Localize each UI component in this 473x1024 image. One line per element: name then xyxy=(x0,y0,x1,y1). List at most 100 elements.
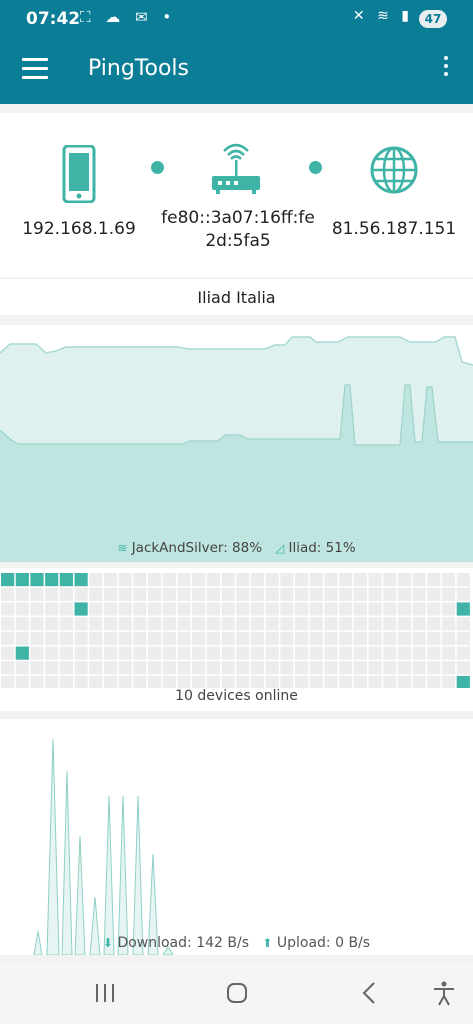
device-cell xyxy=(133,661,147,675)
device-cell xyxy=(280,587,294,601)
device-cell xyxy=(324,587,338,601)
device-cell xyxy=(206,602,220,616)
device-cell xyxy=(59,617,73,631)
device-cell xyxy=(221,646,235,660)
device-cell xyxy=(442,573,456,587)
device-cell xyxy=(118,661,132,675)
traffic-chart-card[interactable] xyxy=(0,719,473,955)
isp-name[interactable]: Iliad Italia xyxy=(0,279,473,315)
device-cell xyxy=(177,631,191,645)
device-cell xyxy=(383,631,397,645)
device-cell xyxy=(456,617,470,631)
router-ipv6-line2: 2d:5fa5 xyxy=(205,231,271,251)
device-cell xyxy=(118,631,132,645)
device-cell xyxy=(192,631,206,645)
device-cell xyxy=(221,573,235,587)
device-cell xyxy=(45,587,59,601)
device-cell xyxy=(250,602,265,616)
device-cell xyxy=(309,646,323,660)
signal-legend: ≋ JackAndSilver: 88% ◿ Iliad: 51% xyxy=(0,540,473,556)
device-cell xyxy=(162,573,176,587)
device-cell xyxy=(192,675,206,688)
device-cell xyxy=(192,602,206,616)
device-cell xyxy=(59,675,73,688)
device-cell xyxy=(236,573,250,587)
device-cell xyxy=(383,646,397,660)
device-cell xyxy=(265,631,279,645)
device-cell xyxy=(383,573,397,587)
device-cell xyxy=(30,631,44,645)
more-options-icon[interactable] xyxy=(439,56,453,82)
navigation-bar xyxy=(0,962,473,1024)
device-cell xyxy=(206,646,220,660)
signal-chart-card[interactable] xyxy=(0,325,473,562)
device-cell xyxy=(177,661,191,675)
device-cell xyxy=(397,675,412,688)
device-cell xyxy=(1,661,15,675)
device-cell xyxy=(265,573,279,587)
device-cell xyxy=(280,602,294,616)
device-cell xyxy=(30,675,44,688)
device-cell xyxy=(265,661,279,675)
recent-apps-icon[interactable] xyxy=(90,980,120,1006)
device-cell xyxy=(442,587,456,601)
device-cell xyxy=(192,661,206,675)
device-cell xyxy=(118,573,132,587)
device-cell xyxy=(309,587,323,601)
device-cell xyxy=(427,646,441,660)
device-cell xyxy=(148,675,162,688)
device-cell xyxy=(103,617,118,631)
device-cell xyxy=(353,617,367,631)
lan-devices-card[interactable]: 10 devices online xyxy=(0,568,473,711)
device-cell xyxy=(265,675,279,688)
device-grid xyxy=(1,573,470,688)
device-cell xyxy=(103,675,118,688)
device-cell xyxy=(74,675,88,688)
device-cell xyxy=(442,631,456,645)
device-cell xyxy=(74,661,88,675)
device-cell xyxy=(412,573,426,587)
globe-icon xyxy=(370,146,418,194)
device-cell xyxy=(59,631,73,645)
device-cell xyxy=(397,661,412,675)
device-cell xyxy=(162,675,176,688)
device-cell-online xyxy=(74,602,88,616)
device-cell xyxy=(148,573,162,587)
device-cell xyxy=(295,646,309,660)
device-cell xyxy=(456,587,470,601)
device-cell xyxy=(368,573,382,587)
battery-indicator: 47 xyxy=(419,10,447,28)
network-card[interactable]: 192.168.1.69 fe80::3a07:16ff:fe 2d:5fa5 … xyxy=(0,113,473,277)
device-cell xyxy=(412,661,426,675)
device-cell xyxy=(103,573,118,587)
device-cell xyxy=(412,646,426,660)
device-cell xyxy=(30,602,44,616)
device-cell xyxy=(295,573,309,587)
device-cell xyxy=(59,587,73,601)
external-ip: 81.56.187.151 xyxy=(331,219,457,239)
device-cell xyxy=(192,573,206,587)
device-cell xyxy=(383,587,397,601)
device-cell xyxy=(221,675,235,688)
device-cell xyxy=(339,617,353,631)
device-cell xyxy=(427,675,441,688)
notification-icons: ⛶ ☁ ✉ • xyxy=(80,8,177,26)
status-bar: 07:42 ⛶ ☁ ✉ • ✕ ≋ ▮ 47 xyxy=(0,0,473,36)
traffic-spike xyxy=(61,770,73,955)
device-cell xyxy=(177,646,191,660)
device-cell xyxy=(280,661,294,675)
device-cell xyxy=(74,631,88,645)
back-icon[interactable] xyxy=(355,980,385,1006)
menu-icon[interactable] xyxy=(22,58,48,80)
accessibility-icon[interactable] xyxy=(429,980,459,1006)
device-cell xyxy=(236,587,250,601)
device-cell xyxy=(89,617,103,631)
device-cell xyxy=(89,602,103,616)
home-icon[interactable] xyxy=(222,980,252,1006)
device-cell xyxy=(89,646,103,660)
device-cell xyxy=(412,602,426,616)
device-cell xyxy=(427,631,441,645)
device-cell xyxy=(383,617,397,631)
device-cell xyxy=(236,675,250,688)
device-cell xyxy=(133,675,147,688)
